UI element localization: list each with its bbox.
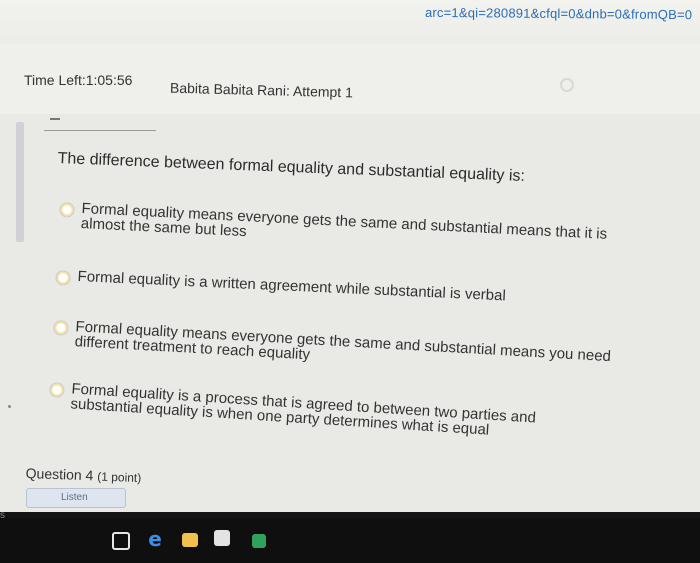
answer-option-label: Formal equality means everyone gets the … bbox=[74, 318, 612, 366]
left-edge-fragment: s bbox=[0, 510, 5, 521]
question-toolbar bbox=[44, 118, 156, 131]
question-label: Question 4 bbox=[25, 465, 94, 484]
radio-button[interactable] bbox=[55, 269, 71, 286]
question-points: (1 point) bbox=[97, 469, 142, 486]
question-text: The difference between formal equality a… bbox=[57, 150, 526, 185]
file-explorer-icon[interactable] bbox=[182, 533, 198, 547]
url-text[interactable]: arc=1&qi=280891&cfql=0&dnb=0&fromQB=0 bbox=[425, 5, 692, 22]
edge-icon[interactable]: e bbox=[146, 527, 164, 551]
radio-button[interactable] bbox=[59, 201, 75, 218]
listen-button[interactable]: Listen bbox=[26, 488, 126, 508]
excel-icon[interactable] bbox=[252, 534, 266, 548]
answer-option-label: Formal equality is a process that is agr… bbox=[70, 380, 537, 439]
answer-option-label: Formal equality is a written agreement w… bbox=[77, 267, 507, 305]
task-view-icon[interactable] bbox=[112, 532, 130, 550]
left-margin-dot bbox=[8, 405, 11, 408]
radio-button[interactable] bbox=[48, 381, 65, 398]
question-number-label: Question 4 (1 point) bbox=[25, 465, 141, 485]
time-left-timer: Time Left:1:05:56 bbox=[24, 72, 133, 88]
radio-button[interactable] bbox=[53, 319, 69, 336]
answer-option-label: Formal equality means everyone gets the … bbox=[80, 200, 608, 243]
windows-taskbar bbox=[0, 518, 700, 563]
listen-label: Listen bbox=[61, 492, 88, 503]
status-circle-icon bbox=[560, 78, 574, 92]
left-scrollbar[interactable] bbox=[16, 122, 24, 242]
store-icon[interactable] bbox=[214, 530, 230, 546]
browser-address-bar[interactable]: arc=1&qi=280891&cfql=0&dnb=0&fromQB=0 bbox=[0, 0, 700, 44]
